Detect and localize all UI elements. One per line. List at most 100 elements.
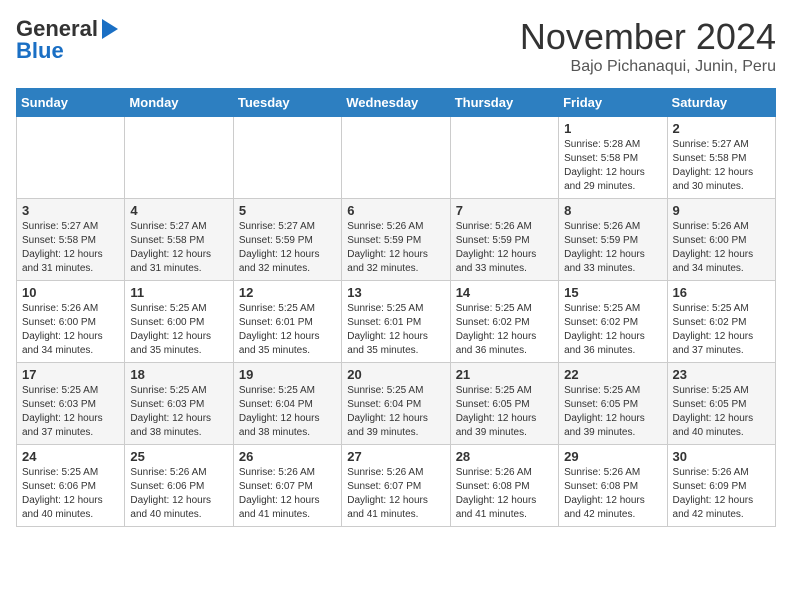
calendar-table: SundayMondayTuesdayWednesdayThursdayFrid… bbox=[16, 88, 776, 527]
cell-info: Sunrise: 5:26 AM Sunset: 6:07 PM Dayligh… bbox=[347, 466, 444, 522]
cell-info: Sunrise: 5:27 AM Sunset: 5:58 PM Dayligh… bbox=[130, 220, 227, 276]
cell-info: Sunrise: 5:25 AM Sunset: 6:05 PM Dayligh… bbox=[673, 384, 770, 440]
cell-info: Sunrise: 5:25 AM Sunset: 6:03 PM Dayligh… bbox=[130, 384, 227, 440]
cell-info: Sunrise: 5:25 AM Sunset: 6:01 PM Dayligh… bbox=[239, 302, 336, 358]
col-header-friday: Friday bbox=[559, 89, 667, 117]
day-number: 19 bbox=[239, 367, 336, 382]
day-number: 17 bbox=[22, 367, 119, 382]
cell-info: Sunrise: 5:26 AM Sunset: 6:07 PM Dayligh… bbox=[239, 466, 336, 522]
day-number: 8 bbox=[564, 203, 661, 218]
day-number: 22 bbox=[564, 367, 661, 382]
cell-info: Sunrise: 5:25 AM Sunset: 6:02 PM Dayligh… bbox=[456, 302, 553, 358]
logo-blue: Blue bbox=[16, 38, 64, 64]
month-title: November 2024 bbox=[520, 16, 776, 58]
cell-info: Sunrise: 5:25 AM Sunset: 6:04 PM Dayligh… bbox=[239, 384, 336, 440]
day-number: 24 bbox=[22, 449, 119, 464]
day-number: 15 bbox=[564, 285, 661, 300]
calendar-cell: 10Sunrise: 5:26 AM Sunset: 6:00 PM Dayli… bbox=[17, 281, 125, 363]
cell-info: Sunrise: 5:26 AM Sunset: 6:00 PM Dayligh… bbox=[22, 302, 119, 358]
col-header-wednesday: Wednesday bbox=[342, 89, 450, 117]
col-header-monday: Monday bbox=[125, 89, 233, 117]
calendar-cell: 20Sunrise: 5:25 AM Sunset: 6:04 PM Dayli… bbox=[342, 363, 450, 445]
calendar-cell bbox=[450, 117, 558, 199]
calendar-cell: 18 Sunrise: 5:25 AM Sunset: 6:03 PM Dayli… bbox=[125, 363, 233, 445]
calendar-cell: 4 Sunrise: 5:27 AM Sunset: 5:58 PM Daylig… bbox=[125, 199, 233, 281]
calendar-cell bbox=[233, 117, 341, 199]
cell-info: Sunrise: 5:25 AM Sunset: 6:00 PM Dayligh… bbox=[130, 302, 227, 358]
calendar-cell: 2Sunrise: 5:27 AM Sunset: 5:58 PM Daylig… bbox=[667, 117, 775, 199]
cell-info: Sunrise: 5:26 AM Sunset: 6:00 PM Dayligh… bbox=[673, 220, 770, 276]
calendar-cell: 25 Sunrise: 5:26 AM Sunset: 6:06 PM Dayli… bbox=[125, 445, 233, 527]
day-number: 4 bbox=[130, 203, 227, 218]
day-number: 11 bbox=[130, 285, 227, 300]
calendar-cell: 26 Sunrise: 5:26 AM Sunset: 6:07 PM Dayli… bbox=[233, 445, 341, 527]
col-header-sunday: Sunday bbox=[17, 89, 125, 117]
day-number: 26 bbox=[239, 449, 336, 464]
calendar-cell: 9 Sunrise: 5:26 AM Sunset: 6:00 PM Daylig… bbox=[667, 199, 775, 281]
cell-info: Sunrise: 5:25 AM Sunset: 6:05 PM Dayligh… bbox=[456, 384, 553, 440]
day-number: 3 bbox=[22, 203, 119, 218]
cell-info: Sunrise: 5:27 AM Sunset: 5:59 PM Dayligh… bbox=[239, 220, 336, 276]
cell-info: Sunrise: 5:26 AM Sunset: 5:59 PM Dayligh… bbox=[564, 220, 661, 276]
day-number: 25 bbox=[130, 449, 227, 464]
calendar-cell: 28 Sunrise: 5:26 AM Sunset: 6:08 PM Dayli… bbox=[450, 445, 558, 527]
cell-info: Sunrise: 5:27 AM Sunset: 5:58 PM Dayligh… bbox=[22, 220, 119, 276]
calendar-cell: 19 Sunrise: 5:25 AM Sunset: 6:04 PM Dayli… bbox=[233, 363, 341, 445]
calendar-cell: 14 Sunrise: 5:25 AM Sunset: 6:02 PM Dayli… bbox=[450, 281, 558, 363]
col-header-thursday: Thursday bbox=[450, 89, 558, 117]
col-header-saturday: Saturday bbox=[667, 89, 775, 117]
day-number: 6 bbox=[347, 203, 444, 218]
page-header: General Blue November 2024 Bajo Pichanaq… bbox=[16, 16, 776, 76]
calendar-cell: 3 Sunrise: 5:27 AM Sunset: 5:58 PM Daylig… bbox=[17, 199, 125, 281]
cell-info: Sunrise: 5:25 AM Sunset: 6:03 PM Dayligh… bbox=[22, 384, 119, 440]
calendar-cell: 13 Sunrise: 5:25 AM Sunset: 6:01 PM Dayli… bbox=[342, 281, 450, 363]
cell-info: Sunrise: 5:25 AM Sunset: 6:01 PM Dayligh… bbox=[347, 302, 444, 358]
day-number: 20 bbox=[347, 367, 444, 382]
title-section: November 2024 Bajo Pichanaqui, Junin, Pe… bbox=[520, 16, 776, 76]
calendar-cell: 15Sunrise: 5:25 AM Sunset: 6:02 PM Dayli… bbox=[559, 281, 667, 363]
day-number: 30 bbox=[673, 449, 770, 464]
day-number: 9 bbox=[673, 203, 770, 218]
calendar-cell: 24 Sunrise: 5:25 AM Sunset: 6:06 PM Dayli… bbox=[17, 445, 125, 527]
cell-info: Sunrise: 5:26 AM Sunset: 6:06 PM Dayligh… bbox=[130, 466, 227, 522]
week-row-5: 24 Sunrise: 5:25 AM Sunset: 6:06 PM Dayli… bbox=[17, 445, 776, 527]
day-number: 13 bbox=[347, 285, 444, 300]
day-number: 14 bbox=[456, 285, 553, 300]
calendar-cell bbox=[342, 117, 450, 199]
location-subtitle: Bajo Pichanaqui, Junin, Peru bbox=[520, 58, 776, 76]
cell-info: Sunrise: 5:26 AM Sunset: 6:08 PM Dayligh… bbox=[456, 466, 553, 522]
day-number: 28 bbox=[456, 449, 553, 464]
calendar-cell: 12 Sunrise: 5:25 AM Sunset: 6:01 PM Dayli… bbox=[233, 281, 341, 363]
cell-info: Sunrise: 5:25 AM Sunset: 6:06 PM Dayligh… bbox=[22, 466, 119, 522]
calendar-cell: 23 Sunrise: 5:25 AM Sunset: 6:05 PM Dayli… bbox=[667, 363, 775, 445]
calendar-cell: 16 Sunrise: 5:25 AM Sunset: 6:02 PM Dayli… bbox=[667, 281, 775, 363]
calendar-cell: 1 Sunrise: 5:28 AM Sunset: 5:58 PM Daylig… bbox=[559, 117, 667, 199]
day-number: 29 bbox=[564, 449, 661, 464]
day-number: 5 bbox=[239, 203, 336, 218]
cell-info: Sunrise: 5:25 AM Sunset: 6:02 PM Dayligh… bbox=[673, 302, 770, 358]
calendar-cell: 5 Sunrise: 5:27 AM Sunset: 5:59 PM Daylig… bbox=[233, 199, 341, 281]
logo: General Blue bbox=[16, 16, 118, 64]
day-number: 23 bbox=[673, 367, 770, 382]
calendar-cell: 6 Sunrise: 5:26 AM Sunset: 5:59 PM Daylig… bbox=[342, 199, 450, 281]
cell-info: Sunrise: 5:26 AM Sunset: 5:59 PM Dayligh… bbox=[456, 220, 553, 276]
day-number: 1 bbox=[564, 121, 661, 136]
cell-info: Sunrise: 5:28 AM Sunset: 5:58 PM Dayligh… bbox=[564, 138, 661, 194]
calendar-cell: 22Sunrise: 5:25 AM Sunset: 6:05 PM Dayli… bbox=[559, 363, 667, 445]
cell-info: Sunrise: 5:27 AM Sunset: 5:58 PM Dayligh… bbox=[673, 138, 770, 194]
calendar-cell: 29 Sunrise: 5:26 AM Sunset: 6:08 PM Dayli… bbox=[559, 445, 667, 527]
calendar-cell bbox=[125, 117, 233, 199]
day-number: 16 bbox=[673, 285, 770, 300]
header-row: SundayMondayTuesdayWednesdayThursdayFrid… bbox=[17, 89, 776, 117]
day-number: 21 bbox=[456, 367, 553, 382]
calendar-cell bbox=[17, 117, 125, 199]
week-row-1: 1 Sunrise: 5:28 AM Sunset: 5:58 PM Daylig… bbox=[17, 117, 776, 199]
calendar-cell: 11 Sunrise: 5:25 AM Sunset: 6:00 PM Dayli… bbox=[125, 281, 233, 363]
week-row-4: 17 Sunrise: 5:25 AM Sunset: 6:03 PM Dayli… bbox=[17, 363, 776, 445]
calendar-cell: 8 Sunrise: 5:26 AM Sunset: 5:59 PM Daylig… bbox=[559, 199, 667, 281]
cell-info: Sunrise: 5:26 AM Sunset: 5:59 PM Dayligh… bbox=[347, 220, 444, 276]
cell-info: Sunrise: 5:26 AM Sunset: 6:08 PM Dayligh… bbox=[564, 466, 661, 522]
day-number: 7 bbox=[456, 203, 553, 218]
day-number: 18 bbox=[130, 367, 227, 382]
day-number: 12 bbox=[239, 285, 336, 300]
